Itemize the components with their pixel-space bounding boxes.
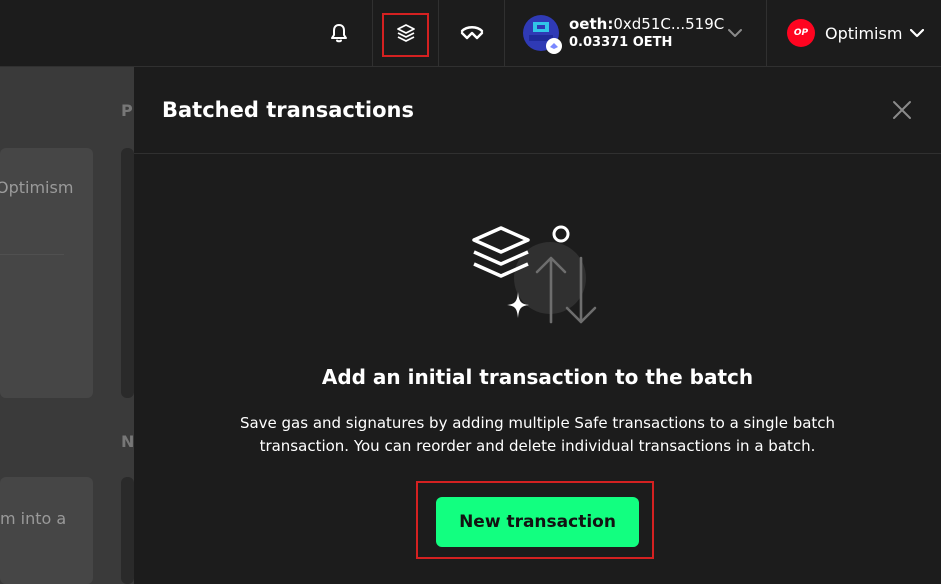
optimism-logo-icon: OP bbox=[787, 19, 815, 47]
account-avatar bbox=[523, 15, 562, 54]
new-transaction-button[interactable]: New transaction bbox=[436, 497, 639, 547]
drawer-title: Batched transactions bbox=[162, 98, 414, 122]
account-balance: 0.03371 OETH bbox=[569, 35, 673, 50]
background-card bbox=[0, 477, 93, 584]
account-selector[interactable]: oeth:0xd51C...519C 0.03371 OETH bbox=[504, 0, 766, 66]
network-selector[interactable]: OP Optimism bbox=[766, 0, 941, 66]
network-name: Optimism bbox=[825, 23, 903, 43]
account-address-value: 0xd51C...519C bbox=[613, 15, 725, 33]
notifications-button[interactable] bbox=[306, 0, 372, 66]
app-root: oeth:0xd51C...519C 0.03371 OETH OP Optim… bbox=[0, 0, 941, 584]
close-icon bbox=[893, 101, 911, 119]
chevron-down-icon bbox=[910, 28, 925, 37]
walletconnect-icon bbox=[460, 26, 483, 40]
background-card-text: Optimism bbox=[0, 178, 74, 197]
background-card bbox=[121, 477, 134, 584]
batch-button-highlight bbox=[382, 13, 429, 57]
empty-state-title: Add an initial transaction to the batch bbox=[321, 365, 754, 389]
bell-icon bbox=[331, 24, 347, 43]
drawer-header: Batched transactions bbox=[134, 67, 941, 154]
background-divider bbox=[0, 254, 64, 255]
walletconnect-button[interactable] bbox=[438, 0, 504, 66]
background-card bbox=[121, 148, 134, 398]
batch-drawer: Batched transactions Add an initial tran… bbox=[134, 67, 941, 584]
background-card-text: m into a bbox=[0, 509, 67, 528]
chevron-down-icon bbox=[728, 28, 742, 37]
batch-empty-illustration bbox=[472, 225, 597, 324]
account-address: oeth:0xd51C...519C bbox=[569, 14, 724, 34]
wallet-chain-icon bbox=[546, 38, 562, 54]
top-header: oeth:0xd51C...519C 0.03371 OETH OP Optim… bbox=[0, 0, 941, 67]
background-heading: P bbox=[121, 101, 133, 120]
account-prefix: oeth: bbox=[569, 15, 614, 33]
empty-state-description: Save gas and signatures by adding multip… bbox=[239, 414, 836, 455]
close-button[interactable] bbox=[891, 99, 913, 121]
background-heading: N bbox=[121, 432, 135, 451]
